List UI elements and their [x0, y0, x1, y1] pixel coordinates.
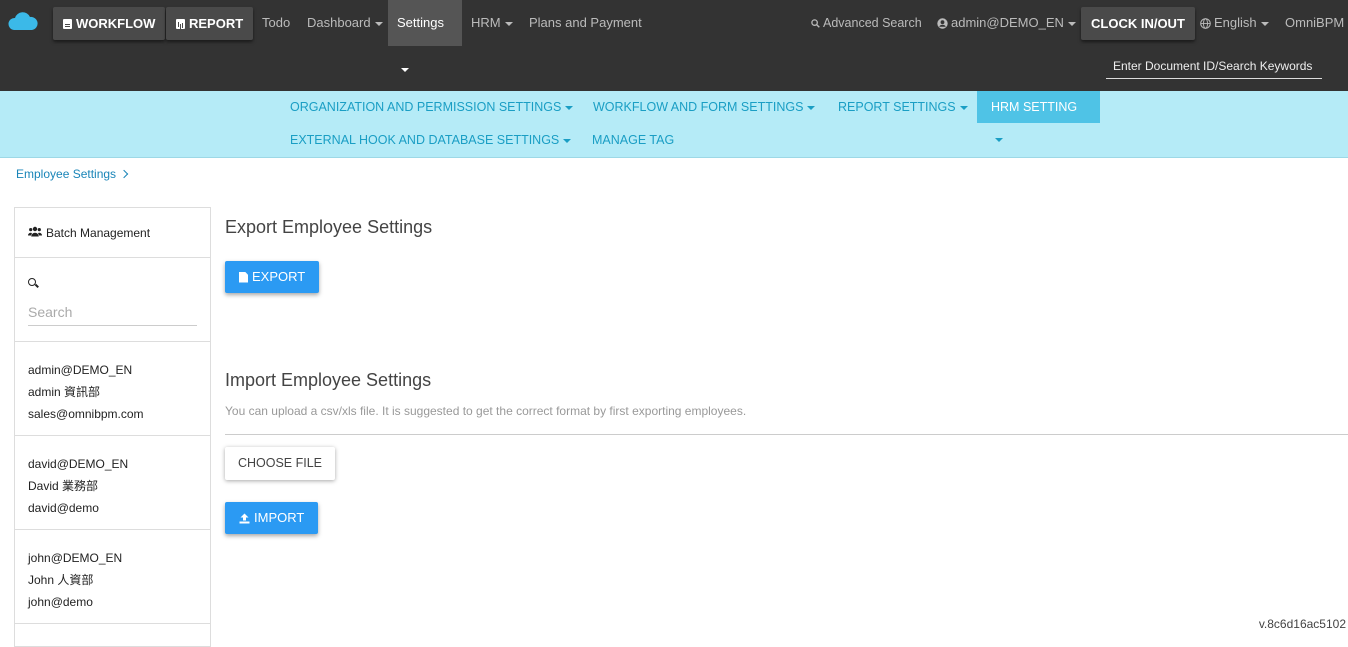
employee-list-item[interactable]: john@DEMO_EN John 人資部 john@demo — [15, 530, 210, 624]
nav-settings-label: Settings — [397, 15, 444, 30]
import-button[interactable]: IMPORT — [225, 502, 319, 534]
document-icon — [63, 18, 72, 29]
choose-file-button[interactable]: CHOOSE FILE — [225, 447, 335, 480]
employee-name: David 業務部 — [28, 479, 99, 493]
upload-icon — [239, 513, 250, 523]
nav-settings[interactable]: Settings — [388, 0, 462, 72]
clock-label: CLOCK IN/OUT — [1091, 16, 1185, 31]
breadcrumb[interactable]: Employee Settings — [16, 167, 129, 181]
batch-management-label: Batch Management — [46, 226, 151, 240]
users-group-icon — [28, 226, 42, 237]
caret-down-icon — [563, 138, 572, 143]
caret-down-icon — [1260, 21, 1269, 26]
section-divider — [225, 434, 1348, 435]
top-navbar: WORKFLOW REPORT Todo Dashboard Settings … — [0, 0, 1348, 91]
export-button-label: EXPORT — [252, 269, 306, 284]
subnav-label: WORKFLOW AND FORM SETTINGS — [593, 100, 804, 114]
subnav-workflow-form[interactable]: WORKFLOW AND FORM SETTINGS — [579, 91, 829, 123]
caret-down-icon — [504, 21, 513, 26]
employee-email: david@demo — [28, 501, 99, 515]
sidebar-search — [15, 258, 210, 342]
import-section-title: Import Employee Settings — [225, 370, 432, 390]
nav-hrm-label: HRM — [471, 15, 501, 30]
search-icon — [28, 278, 36, 286]
caret-down-icon — [401, 67, 409, 72]
employee-account: david@DEMO_EN — [28, 457, 129, 471]
version-label: v.8c6d16ac5102 — [1258, 617, 1346, 631]
export-button[interactable]: EXPORT — [225, 261, 320, 293]
subnav-label: MANAGE TAG — [592, 133, 675, 147]
nav-todo-label: Todo — [262, 15, 291, 30]
globe-icon — [1200, 18, 1211, 29]
workflow-label: WORKFLOW — [76, 16, 156, 31]
breadcrumb-label: Employee Settings — [16, 167, 117, 181]
export-section-title: Export Employee Settings — [225, 217, 433, 237]
nav-plans-payment[interactable]: Plans and Payment — [520, 0, 651, 46]
employee-email: sales@omnibpm.com — [28, 407, 144, 421]
document-search-input[interactable] — [1106, 54, 1322, 79]
import-hint-text: You can upload a csv/xls file. It is sug… — [225, 404, 747, 418]
report-label: REPORT — [189, 16, 244, 31]
subnav-label: HRM SETTING — [991, 100, 1078, 114]
user-avatar-icon — [937, 18, 948, 29]
choose-file-label: CHOOSE FILE — [237, 456, 323, 470]
caret-down-icon — [807, 105, 816, 110]
subnav-label: ORGANIZATION AND PERMISSION SETTINGS — [290, 100, 562, 114]
import-button-label: IMPORT — [254, 510, 305, 525]
nav-hrm[interactable]: HRM — [462, 0, 522, 46]
language-menu[interactable]: English — [1191, 0, 1278, 46]
subnav-manage-tag[interactable]: MANAGE TAG — [578, 124, 688, 156]
nav-todo[interactable]: Todo — [253, 0, 299, 46]
caret-down-icon — [374, 21, 383, 26]
advanced-search-label: Advanced Search — [823, 16, 922, 30]
caret-down-icon — [565, 105, 574, 110]
employee-account: admin@DEMO_EN — [28, 363, 133, 377]
language-label: English — [1214, 15, 1257, 30]
nav-plans-label: Plans and Payment — [529, 15, 642, 30]
employee-sidebar: Batch Management admin@DEMO_EN admin 資訊部… — [14, 207, 211, 647]
search-icon — [811, 19, 820, 28]
user-menu[interactable]: admin@DEMO_EN — [928, 0, 1085, 46]
user-label: admin@DEMO_EN — [951, 15, 1064, 30]
subnav-hrm-setting[interactable]: HRM SETTING — [977, 91, 1100, 142]
workflow-button[interactable]: WORKFLOW — [53, 7, 166, 40]
employee-name: John 人資部 — [28, 573, 94, 587]
subnav-organization-permission[interactable]: ORGANIZATION AND PERMISSION SETTINGS — [276, 91, 587, 123]
nav-dashboard[interactable]: Dashboard — [298, 0, 392, 46]
settings-subnav: ORGANIZATION AND PERMISSION SETTINGS WOR… — [0, 91, 1348, 158]
report-chart-icon — [176, 18, 185, 29]
file-icon — [239, 271, 248, 283]
nav-dashboard-label: Dashboard — [307, 15, 371, 30]
caret-down-icon — [1067, 21, 1076, 26]
employee-list-item[interactable]: admin@DEMO_EN admin 資訊部 sales@omnibpm.co… — [15, 342, 210, 436]
caret-down-icon — [995, 137, 1003, 142]
employee-search-input[interactable] — [28, 298, 197, 326]
subnav-external-hook-database[interactable]: EXTERNAL HOOK AND DATABASE SETTINGS — [276, 124, 585, 156]
subnav-report-settings[interactable]: REPORT SETTINGS — [824, 91, 982, 123]
subnav-label: EXTERNAL HOOK AND DATABASE SETTINGS — [290, 133, 560, 147]
subnav-label: REPORT SETTINGS — [838, 100, 956, 114]
employee-account: john@DEMO_EN — [28, 551, 123, 565]
report-button[interactable]: REPORT — [166, 7, 254, 40]
chevron-right-icon — [119, 169, 129, 179]
advanced-search-link[interactable]: Advanced Search — [802, 0, 931, 46]
employee-name: admin 資訊部 — [28, 385, 101, 399]
clock-in-out-button[interactable]: CLOCK IN/OUT — [1081, 7, 1195, 40]
employee-email: john@demo — [28, 595, 93, 609]
employee-list-item[interactable]: david@DEMO_EN David 業務部 david@demo — [15, 436, 210, 530]
brand-link[interactable]: OmniBPM — [1276, 0, 1348, 46]
batch-management-item[interactable]: Batch Management — [15, 208, 210, 258]
caret-down-icon — [959, 105, 968, 110]
brand-label: OmniBPM — [1285, 15, 1345, 30]
cloud-logo-icon[interactable] — [8, 10, 38, 34]
